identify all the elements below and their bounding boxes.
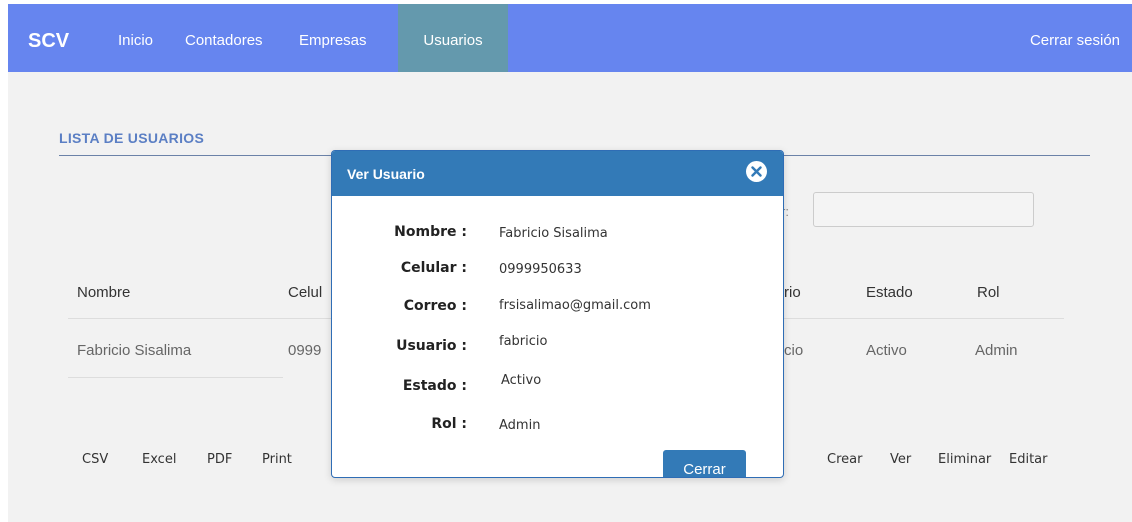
- value-usuario: fabricio: [499, 334, 548, 349]
- excel-button[interactable]: Excel: [142, 452, 176, 467]
- view-user-modal: Ver Usuario Nombre : Fabricio Sisalima C…: [331, 150, 784, 478]
- column-header-estado[interactable]: Estado: [866, 284, 913, 301]
- brand-logo[interactable]: SCV: [28, 30, 69, 53]
- value-rol: Admin: [499, 418, 541, 433]
- cell-nombre: Fabricio Sisalima: [77, 342, 192, 359]
- nav-item-usuarios[interactable]: Usuarios: [398, 4, 508, 72]
- create-button[interactable]: Crear: [827, 452, 862, 467]
- nav-item-contadores[interactable]: Contadores: [185, 32, 263, 49]
- cell-rol: Admin: [975, 342, 1018, 359]
- label-correo: Correo :: [403, 298, 467, 314]
- print-button[interactable]: Print: [262, 452, 292, 467]
- label-nombre: Nombre :: [394, 224, 467, 240]
- edit-button[interactable]: Editar: [1009, 452, 1048, 467]
- nav-item-inicio[interactable]: Inicio: [118, 32, 153, 49]
- modal-header: Ver Usuario: [332, 151, 783, 196]
- value-nombre: Fabricio Sisalima: [499, 226, 608, 241]
- logout-link[interactable]: Cerrar sesión: [1030, 32, 1120, 49]
- label-usuario: Usuario :: [396, 338, 467, 354]
- search-input[interactable]: [813, 192, 1034, 227]
- csv-button[interactable]: CSV: [82, 452, 108, 467]
- value-correo: frsisalimao@gmail.com: [499, 298, 651, 313]
- close-circle-icon[interactable]: [746, 161, 767, 182]
- top-navbar: SCV Inicio Contadores Empresas Usuarios …: [8, 4, 1132, 72]
- cell-celular: 0999: [288, 342, 322, 359]
- column-header-celular[interactable]: Celul: [288, 284, 322, 301]
- label-rol: Rol :: [431, 416, 467, 432]
- label-celular: Celular :: [400, 260, 467, 276]
- nav-item-empresas[interactable]: Empresas: [299, 32, 367, 49]
- row-divider: [68, 377, 283, 378]
- modal-title: Ver Usuario: [347, 166, 425, 182]
- label-estado: Estado :: [402, 378, 467, 394]
- value-estado: Activo: [501, 373, 542, 388]
- view-button[interactable]: Ver: [890, 452, 911, 467]
- cell-estado: Activo: [866, 342, 907, 359]
- value-celular: 0999950633: [499, 262, 582, 277]
- close-button[interactable]: Cerrar: [663, 450, 746, 477]
- column-header-usuario[interactable]: rio: [784, 284, 801, 301]
- page-background: SCV Inicio Contadores Empresas Usuarios …: [8, 4, 1132, 522]
- cell-usuario: cio: [784, 342, 804, 359]
- pdf-button[interactable]: PDF: [207, 452, 232, 467]
- page-title: LISTA DE USUARIOS: [59, 130, 205, 146]
- delete-button[interactable]: Eliminar: [938, 452, 991, 467]
- column-header-rol[interactable]: Rol: [977, 284, 1000, 301]
- column-header-nombre[interactable]: Nombre: [77, 284, 130, 301]
